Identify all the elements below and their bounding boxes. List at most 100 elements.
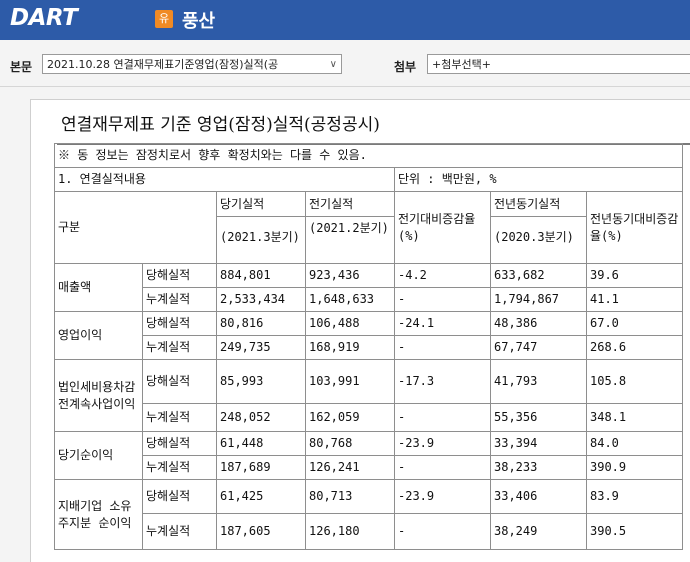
col-header-previous-period: (2021.2분기) [309, 221, 389, 235]
cell-previous: 126,241 [305, 455, 395, 480]
col-header-current-label: 당기실적 [217, 193, 305, 217]
table-row: 누계실적 248,052 162,059 - 55,356 348.1 [55, 403, 683, 432]
row-group-label: 당기순이익 [54, 431, 143, 480]
cell-previous: 80,713 [305, 479, 395, 514]
col-header-prev-rate: 전기대비증감율(%) [394, 191, 491, 264]
cell-prev-rate: -24.1 [394, 311, 491, 336]
attach-select-value: +첨부선택+ [432, 58, 491, 71]
table-row: 누계실적 187,689 126,241 - 38,233 390.9 [55, 455, 683, 480]
results-table: ※ 동 정보는 잠정치로서 향후 확정치와는 다를 수 있음. 1. 연결실적내… [54, 143, 683, 550]
col-header-yoy-period: (2020.3분기) [494, 230, 574, 244]
attach-select[interactable]: +첨부선택+ [427, 54, 690, 74]
row-type: 당해실적 [142, 263, 217, 288]
cell-yoy: 33,394 [490, 431, 587, 456]
notice-text: ※ 동 정보는 잠정치로서 향후 확정치와는 다를 수 있음. [54, 143, 683, 168]
col-header-previous: 전기실적 (2021.2분기) [305, 191, 395, 264]
table-row: 누계실적 2,533,434 1,648,633 - 1,794,867 41.… [55, 287, 683, 312]
row-type: 누계실적 [142, 335, 217, 360]
col-header-previous-label: 전기실적 [306, 193, 394, 217]
row-type: 누계실적 [142, 287, 217, 312]
cell-prev-rate: -23.9 [394, 479, 491, 514]
cell-yoy: 33,406 [490, 479, 587, 514]
row-type: 당해실적 [142, 311, 217, 336]
cell-previous: 80,768 [305, 431, 395, 456]
cell-yoy-rate: 105.8 [586, 359, 683, 404]
col-header-current: 당기실적 (2021.3분기) [216, 191, 306, 264]
table-row: 누계실적 187,605 126,180 - 38,249 390.5 [55, 513, 683, 550]
cell-current: 249,735 [216, 335, 306, 360]
cell-yoy: 38,233 [490, 455, 587, 480]
cell-previous: 162,059 [305, 403, 395, 432]
chevron-down-icon: ∨ [329, 59, 337, 70]
cell-yoy: 1,794,867 [490, 287, 587, 312]
row-group-label: 영업이익 [54, 311, 143, 360]
row-type: 누계실적 [142, 513, 217, 550]
dart-logo[interactable]: DART [10, 5, 78, 31]
cell-yoy-rate: 390.5 [586, 513, 683, 550]
cell-previous: 126,180 [305, 513, 395, 550]
cell-yoy: 633,682 [490, 263, 587, 288]
table-row: 지배기업 소유주지분 순이익 당해실적 61,425 80,713 -23.9 … [54, 479, 683, 550]
cell-previous: 168,919 [305, 335, 395, 360]
table-row: 당기순이익 당해실적 61,448 80,768 -23.9 33,394 84… [54, 431, 683, 480]
cell-yoy: 41,793 [490, 359, 587, 404]
cell-previous: 923,436 [305, 263, 395, 288]
row-group-label: 매출액 [54, 263, 143, 312]
cell-prev-rate: -4.2 [394, 263, 491, 288]
row-group-label: 지배기업 소유주지분 순이익 [54, 479, 143, 550]
cell-current: 884,801 [216, 263, 306, 288]
col-header-gubun: 구분 [54, 191, 217, 264]
col-header-yoy-label: 전년동기실적 [491, 193, 586, 217]
cell-prev-rate: - [394, 403, 491, 432]
report-select-label: 본문 [10, 60, 33, 74]
cell-prev-rate: -17.3 [394, 359, 491, 404]
cell-current: 2,533,434 [216, 287, 306, 312]
col-header-yoy-rate: 전년동기대비증감율(%) [586, 191, 683, 264]
company-name[interactable]: 풍산 [182, 7, 215, 33]
report-toolbar: 본문 2021.10.28 연결재무제표기준영업(잠정)실적(공 ∨ 첨부 +첨… [0, 40, 690, 87]
cell-current: 80,816 [216, 311, 306, 336]
cell-yoy-rate: 39.6 [586, 263, 683, 288]
table-row: 법인세비용차감전계속사업이익 당해실적 85,993 103,991 -17.3… [54, 359, 683, 432]
cell-yoy-rate: 41.1 [586, 287, 683, 312]
cell-prev-rate: - [394, 335, 491, 360]
row-type: 누계실적 [142, 455, 217, 480]
cell-prev-rate: - [394, 287, 491, 312]
cell-previous: 106,488 [305, 311, 395, 336]
report-select-value: 2021.10.28 연결재무제표기준영업(잠정)실적(공 [47, 58, 279, 71]
unit-text: 단위 : 백만원, % [394, 167, 683, 192]
col-header-yoy: 전년동기실적 (2020.3분기) [490, 191, 587, 264]
cell-yoy-rate: 348.1 [586, 403, 683, 432]
row-type: 당해실적 [142, 479, 217, 514]
cell-current: 61,448 [216, 431, 306, 456]
row-type: 당해실적 [142, 359, 217, 404]
cell-current: 187,689 [216, 455, 306, 480]
cell-prev-rate: - [394, 513, 491, 550]
top-header: DART 유 풍산 [0, 0, 690, 40]
cell-yoy: 55,356 [490, 403, 587, 432]
document-title: 연결재무제표 기준 영업(잠정)실적(공정공시) [61, 115, 380, 135]
market-badge: 유 [155, 10, 173, 28]
cell-yoy-rate: 83.9 [586, 479, 683, 514]
cell-yoy-rate: 84.0 [586, 431, 683, 456]
cell-current: 61,425 [216, 479, 306, 514]
report-select[interactable]: 2021.10.28 연결재무제표기준영업(잠정)실적(공 ∨ [42, 54, 342, 74]
cell-prev-rate: -23.9 [394, 431, 491, 456]
col-header-current-period: (2021.3분기) [220, 230, 300, 244]
cell-yoy-rate: 390.9 [586, 455, 683, 480]
attach-select-label: 첨부 [394, 60, 417, 74]
cell-current: 248,052 [216, 403, 306, 432]
cell-yoy-rate: 268.6 [586, 335, 683, 360]
cell-yoy: 38,249 [490, 513, 587, 550]
cell-current: 187,605 [216, 513, 306, 550]
table-row: 누계실적 249,735 168,919 - 67,747 268.6 [55, 335, 683, 360]
cell-yoy-rate: 67.0 [586, 311, 683, 336]
row-type: 당해실적 [142, 431, 217, 456]
row-type: 누계실적 [142, 403, 217, 432]
table-row: 매출액 당해실적 884,801 923,436 -4.2 633,682 39… [54, 263, 683, 312]
cell-prev-rate: - [394, 455, 491, 480]
cell-previous: 1,648,633 [305, 287, 395, 312]
cell-current: 85,993 [216, 359, 306, 404]
section-title: 1. 연결실적내용 [54, 167, 395, 192]
row-group-label: 법인세비용차감전계속사업이익 [54, 359, 143, 432]
